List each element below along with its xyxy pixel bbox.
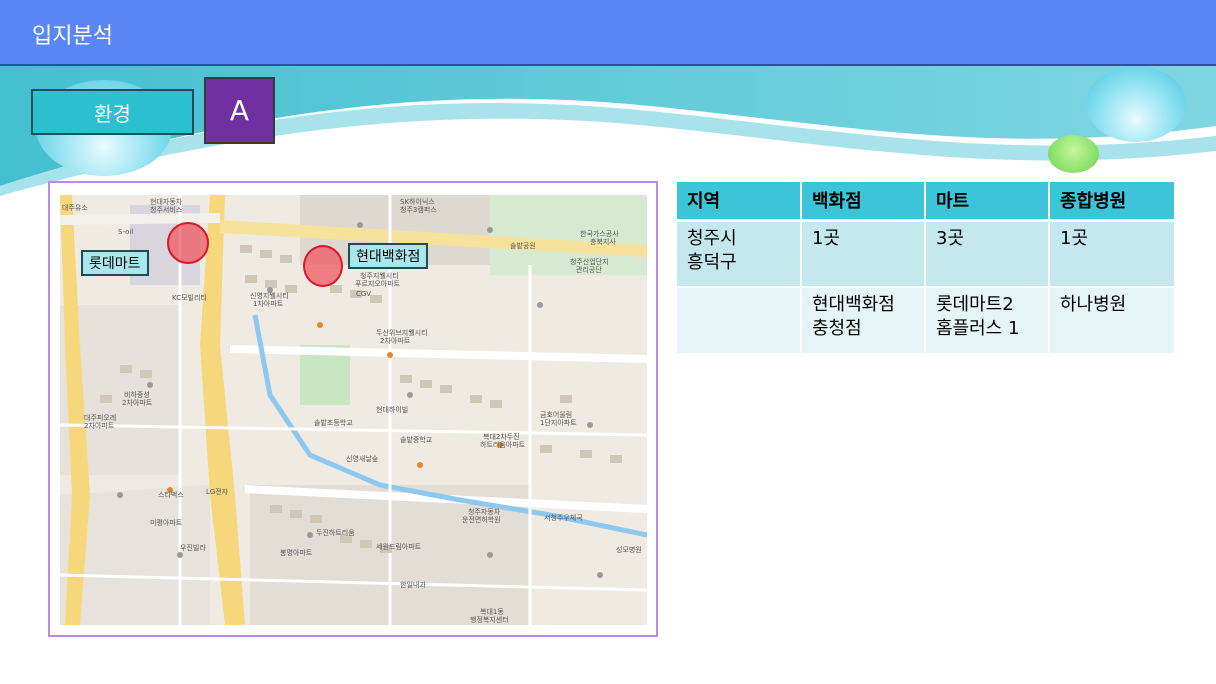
cell-department-name: 현대백화점 충청점 <box>801 287 926 355</box>
map-label: 운전면허학원 <box>462 516 501 524</box>
map-label: 청주3캠퍼스 <box>400 206 437 214</box>
title-bar: 입지분석 <box>0 0 1216 66</box>
cell-region: 청주시 흥덕구 <box>677 220 802 288</box>
map-label: LG전자 <box>206 488 229 496</box>
lotte-mart-callout: 롯데마트 <box>81 250 149 276</box>
cell-mart-count: 3곳 <box>925 220 1050 288</box>
map-label: 미평아파트 <box>150 519 183 527</box>
map-label: CGV <box>356 290 372 298</box>
map-label: 세원드림아파트 <box>376 543 422 551</box>
map-label: 봉명아파트 <box>280 549 313 557</box>
map-label: 하트리움아파트 <box>480 441 526 449</box>
table-row: 현대백화점 충청점 롯데마트2 홈플러스 1 하나병원 <box>677 287 1174 355</box>
map-label: 대주유소 <box>62 204 88 212</box>
table-header-row: 지역 백화점 마트 종합병원 <box>677 182 1174 222</box>
map-label: 청주서비스 <box>150 206 183 214</box>
map-label: 성모병원 <box>616 546 642 554</box>
header-region: 지역 <box>677 182 802 222</box>
hyundai-department-callout: 현대백화점 <box>348 243 429 269</box>
map-label: 푸르지오아파트 <box>355 280 401 288</box>
map-label: 2차아파트 <box>380 337 411 345</box>
location-map[interactable]: 현대자동차 청주서비스 SK하이닉스 청주3캠퍼스 S-oil KC모빌리티 신… <box>60 195 647 625</box>
map-label: 서청주우체국 <box>544 514 583 522</box>
map-label: 솔밭초등학교 <box>314 419 353 427</box>
map-label: 우진빌라 <box>180 544 206 552</box>
bubble-green <box>1048 135 1099 173</box>
lotte-mart-marker[interactable] <box>167 222 209 264</box>
table-row: 청주시 흥덕구 1곳 3곳 1곳 <box>677 220 1174 288</box>
cell-region-empty <box>677 287 802 355</box>
option-a-tag[interactable]: A <box>204 77 275 144</box>
cell-hospital-name: 하나병원 <box>1049 287 1174 355</box>
cell-mart-names: 롯데마트2 홈플러스 1 <box>925 287 1050 355</box>
map-label: 관리공단 <box>576 266 602 274</box>
map-label: 1단지아파트 <box>540 419 577 427</box>
cell-hospital-count: 1곳 <box>1049 220 1174 288</box>
map-label: 솔밭공원 <box>510 242 536 250</box>
map-label: 한일내과 <box>400 581 426 589</box>
environment-tag[interactable]: 환경 <box>31 89 194 135</box>
map-label: 두진하트리움 <box>316 529 355 537</box>
map-label: 행정복지센터 <box>470 616 509 624</box>
cell-department-count: 1곳 <box>801 220 926 288</box>
map-label: 솔밭중학교 <box>400 436 433 444</box>
map-frame: 현대자동차 청주서비스 SK하이닉스 청주3캠퍼스 S-oil KC모빌리티 신… <box>48 181 658 637</box>
map-label: KC모빌리티 <box>172 294 207 302</box>
map-label: 2차아파트 <box>84 422 115 430</box>
facility-table: 지역 백화점 마트 종합병원 청주시 흥덕구 1곳 3곳 1곳 현대백화점 충청… <box>677 182 1174 355</box>
header-general-hospital: 종합병원 <box>1049 182 1174 222</box>
bubble-right <box>1086 66 1186 142</box>
map-label: 2차아파트 <box>122 399 153 407</box>
map-label: S-oil <box>118 228 134 236</box>
map-label: 현대하이빌 <box>376 406 409 414</box>
header-mart: 마트 <box>925 182 1050 222</box>
map-label: 신영새날숲 <box>346 455 379 463</box>
map-label: 스타벅스 <box>158 491 184 499</box>
map-label: 1차아파트 <box>253 300 284 308</box>
page-title: 입지분석 <box>32 24 113 49</box>
header-department-store: 백화점 <box>801 182 926 222</box>
map-label: 충북지사 <box>590 238 616 246</box>
hyundai-department-marker[interactable] <box>303 245 343 287</box>
